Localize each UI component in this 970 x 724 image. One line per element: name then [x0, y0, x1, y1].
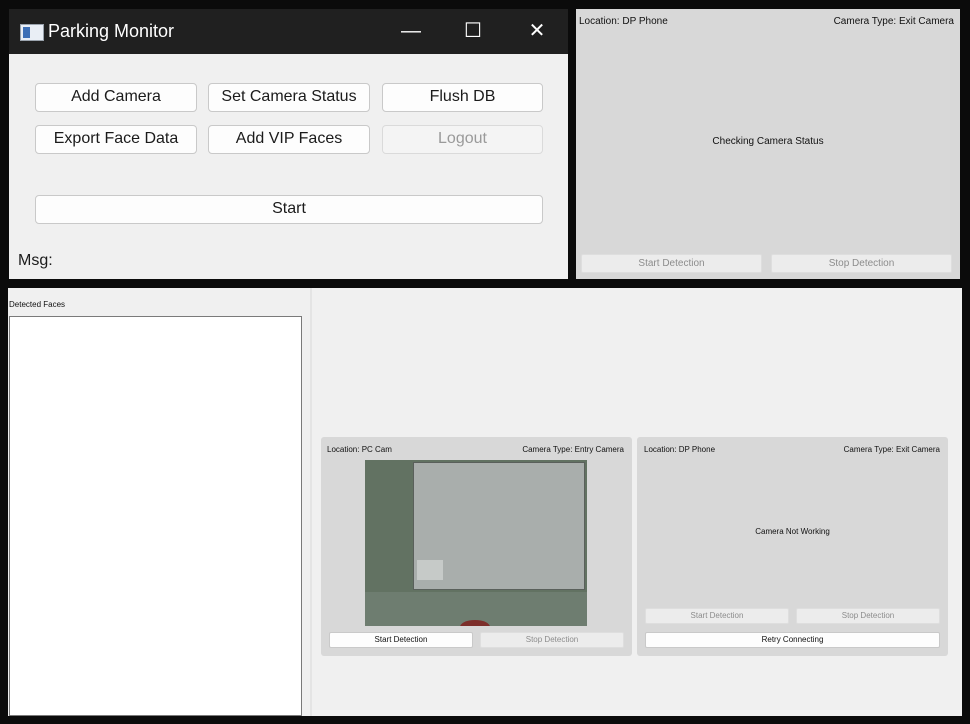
maximize-button[interactable]: ☐ [442, 9, 504, 54]
camera-panel-dp-phone: Location: DP Phone Camera Type: Exit Cam… [637, 437, 948, 656]
retry-connecting-button[interactable]: Retry Connecting [645, 632, 940, 648]
detected-faces-list[interactable] [9, 316, 302, 716]
stop-detection-button[interactable]: Stop Detection [796, 608, 940, 624]
stop-detection-button[interactable]: Stop Detection [480, 632, 624, 648]
message-label: Msg: [18, 252, 53, 269]
panel-splitter[interactable] [310, 288, 312, 716]
main-window: Parking Monitor — ☐ ✕ Add Camera Set Cam… [9, 9, 568, 279]
app-icon [20, 24, 44, 41]
window-title: Parking Monitor [48, 21, 175, 41]
camera-type: Camera Type: Exit Camera [843, 445, 940, 454]
camera-location: Location: PC Cam [327, 445, 392, 454]
camera-status-text: Camera Not Working [755, 527, 830, 536]
title-bar: Parking Monitor — ☐ ✕ [9, 9, 568, 54]
camera-panel-pc-cam: Location: PC Cam Camera Type: Entry Came… [321, 437, 632, 656]
camera-location: Location: DP Phone [644, 445, 716, 454]
set-camera-status-button[interactable]: Set Camera Status [208, 83, 370, 112]
start-detection-button[interactable]: Start Detection [645, 608, 789, 624]
close-button[interactable]: ✕ [506, 9, 568, 54]
add-camera-button[interactable]: Add Camera [35, 83, 197, 112]
camera-location: Location: DP Phone [579, 16, 668, 27]
minimize-button[interactable]: — [380, 9, 442, 54]
logout-button[interactable]: Logout [382, 125, 543, 154]
add-vip-faces-button[interactable]: Add VIP Faces [208, 125, 370, 154]
export-face-data-button[interactable]: Export Face Data [35, 125, 197, 154]
stop-detection-button[interactable]: Stop Detection [771, 254, 952, 273]
bottom-window: Detected Faces Location: PC Cam Camera T… [8, 288, 962, 716]
camera-panel-top: Location: DP Phone Camera Type: Exit Cam… [576, 9, 960, 279]
detected-faces-label: Detected Faces [9, 300, 66, 309]
feed-patch [417, 560, 443, 580]
start-detection-button[interactable]: Start Detection [581, 254, 762, 273]
start-detection-button[interactable]: Start Detection [329, 632, 473, 648]
start-button[interactable]: Start [35, 195, 543, 224]
camera-type: Camera Type: Entry Camera [522, 445, 624, 454]
camera-status-text: Checking Camera Status [712, 136, 824, 147]
flush-db-button[interactable]: Flush DB [382, 83, 543, 112]
camera-type: Camera Type: Exit Camera [833, 16, 954, 27]
camera-feed-image [365, 460, 587, 626]
